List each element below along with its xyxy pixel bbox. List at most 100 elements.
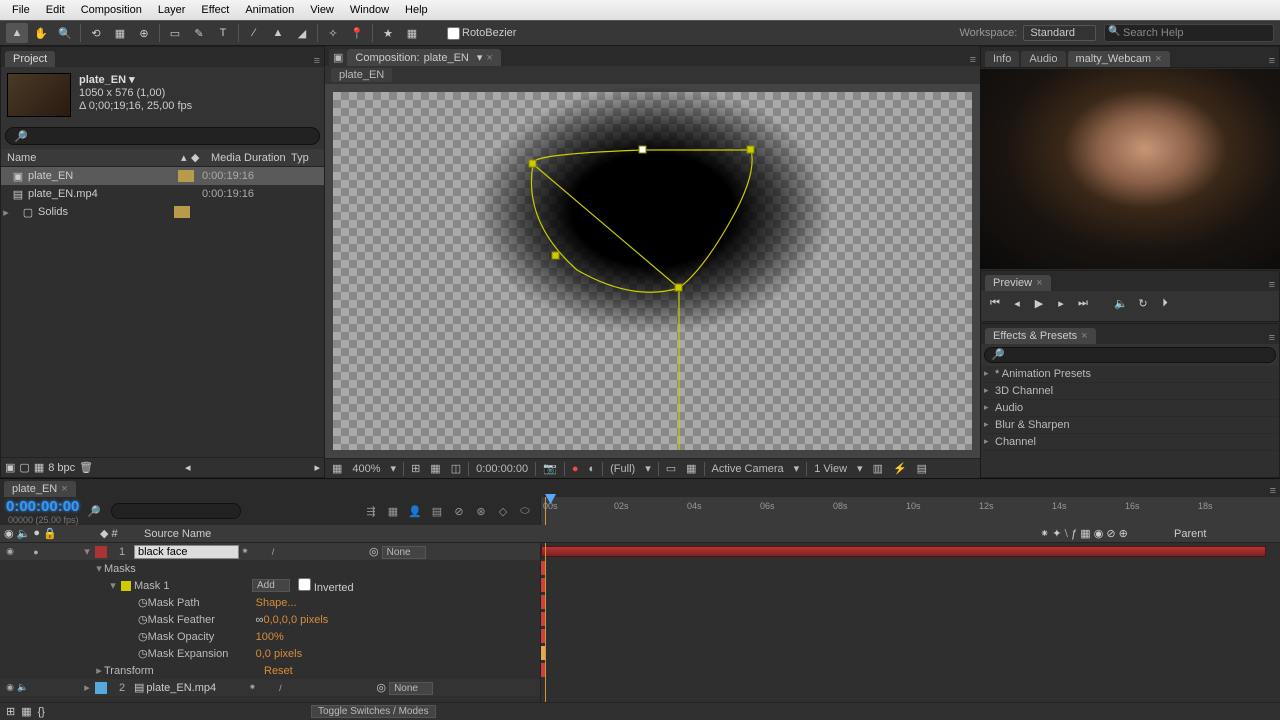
prev-frame-button[interactable]: ◂ (1009, 295, 1025, 311)
stopwatch-icon[interactable]: ◷ (138, 630, 148, 643)
text-tool[interactable]: T (212, 23, 234, 43)
layer-label[interactable] (95, 682, 107, 694)
mask-mode-select[interactable]: Add (252, 579, 290, 592)
draft3d-icon[interactable]: ▦ (384, 502, 402, 520)
stopwatch-icon[interactable]: ◷ (138, 613, 148, 626)
project-item[interactable]: ▣ plate_EN 0:00:19:16 (1, 167, 324, 185)
effects-category[interactable]: Audio (981, 400, 1279, 417)
shy-icon[interactable]: 👤 (406, 502, 424, 520)
loop-button[interactable]: ↻ (1135, 295, 1151, 311)
layer-row[interactable]: ◉🔈 ▸ 2 ▤ plate_EN.mp4 ⁕/ ◎ None (0, 679, 540, 696)
workspace-select[interactable]: Standard (1023, 25, 1096, 41)
info-tab[interactable]: Info (985, 51, 1019, 67)
time-ruler[interactable]: 00s 02s 04s 06s 08s 10s 12s 14s 16s 18s (540, 497, 1280, 525)
item-label[interactable] (178, 170, 194, 182)
effects-category[interactable]: 3D Channel (981, 383, 1279, 400)
mask-vis-icon[interactable]: ◫ (448, 462, 464, 475)
brush-tool[interactable]: ⁄ (243, 23, 265, 43)
timeline-icon[interactable]: ▤ (914, 462, 930, 475)
transform-group[interactable]: ▸TransformReset (0, 662, 540, 679)
view-layout-select[interactable]: 1 View (811, 463, 850, 475)
fast-preview-icon[interactable]: ⚡ (890, 462, 910, 475)
auto-keyframe-icon[interactable]: ◇ (494, 502, 512, 520)
menu-edit[interactable]: Edit (38, 2, 73, 18)
roi-icon[interactable]: ▭ (663, 462, 679, 475)
menu-animation[interactable]: Animation (237, 2, 302, 18)
puppet-tool[interactable]: 📍 (346, 23, 368, 43)
current-time[interactable]: 0:00:00:00 (473, 463, 531, 475)
stamp-tool[interactable]: ▲ (267, 23, 289, 43)
timeline-tracks[interactable] (540, 543, 1280, 702)
timeline-search[interactable] (111, 503, 241, 519)
close-icon[interactable]: × (1155, 53, 1161, 65)
menu-composition[interactable]: Composition (73, 2, 150, 18)
play-button[interactable]: ▶ (1031, 295, 1047, 311)
constrain-icon[interactable]: ∞ (256, 614, 264, 626)
twirl-icon[interactable]: ▾ (82, 545, 92, 558)
close-icon[interactable]: × (1081, 330, 1087, 342)
zoom-dropdown-icon[interactable]: ▾ (388, 462, 400, 475)
prop-value[interactable]: 100% (256, 631, 284, 643)
next-frame-button[interactable]: ▸ (1053, 295, 1069, 311)
anchor-tool[interactable]: ⊕ (133, 23, 155, 43)
parent-select[interactable]: None (389, 682, 433, 695)
mask-color[interactable] (121, 581, 131, 591)
masks-group[interactable]: ▾Masks (0, 560, 540, 577)
transparency-grid-icon[interactable]: ▦ (683, 462, 699, 475)
trash-icon[interactable]: 🗑 (79, 461, 93, 474)
layer-row[interactable]: ◉● ▾ 1 ⁕/ ◎ None (0, 543, 540, 560)
rotobezier-checkbox[interactable] (447, 27, 460, 40)
inverted-checkbox[interactable] (298, 578, 311, 591)
pixel-aspect-icon[interactable]: ▥ (870, 462, 886, 475)
project-tab[interactable]: Project (5, 51, 55, 67)
panel-menu-icon[interactable]: ≡ (1269, 279, 1275, 291)
expand-icon[interactable]: ⊞ (6, 705, 15, 718)
viewport[interactable] (325, 84, 980, 458)
toggle-switches-button[interactable]: Toggle Switches / Modes (311, 705, 436, 718)
resolution-select[interactable]: (Full) (607, 463, 638, 475)
search-help-input[interactable]: Search Help (1104, 24, 1274, 42)
search-icon[interactable]: 🔎 (87, 505, 101, 518)
layer-name-input[interactable] (134, 545, 239, 559)
rect-tool[interactable]: ▭ (164, 23, 186, 43)
fill-icon[interactable]: ▦ (401, 23, 423, 43)
hand-tool[interactable]: ✋ (30, 23, 52, 43)
panel-menu-icon[interactable]: ≡ (1270, 485, 1276, 497)
close-icon[interactable]: × (61, 483, 67, 495)
col-source-name[interactable]: Source Name (140, 528, 1040, 540)
close-icon[interactable]: × (1036, 277, 1042, 289)
folder-new-icon[interactable]: ▢ (19, 461, 29, 474)
camera-tool[interactable]: ▦ (109, 23, 131, 43)
project-item[interactable]: ▤ plate_EN.mp4 0:00:19:16 (1, 185, 324, 203)
roto-tool[interactable]: ✧ (322, 23, 344, 43)
graph-editor-icon[interactable]: ⬭ (516, 502, 534, 520)
col-parent[interactable]: Parent (1170, 528, 1280, 540)
effects-category[interactable]: Channel (981, 434, 1279, 451)
menu-window[interactable]: Window (342, 2, 397, 18)
prop-value[interactable]: 0,0,0,0 pixels (263, 614, 328, 626)
channel-icon[interactable]: ● (569, 463, 582, 475)
col-name[interactable]: Name (1, 152, 181, 164)
bpc-label[interactable]: 8 bpc (48, 462, 75, 474)
effects-category[interactable]: * Animation Presets (981, 366, 1279, 383)
effects-tab[interactable]: Effects & Presets× (985, 328, 1096, 344)
flowchart-next-icon[interactable]: ▸ (314, 461, 320, 474)
menu-layer[interactable]: Layer (150, 2, 194, 18)
zoom-tool[interactable]: 🔍 (54, 23, 76, 43)
col-type[interactable]: Typ (291, 152, 309, 164)
col-duration[interactable]: Media Duration (211, 152, 291, 164)
last-frame-button[interactable]: ⏭ (1075, 295, 1091, 311)
stopwatch-icon[interactable]: ◷ (138, 596, 148, 609)
pickwhip-icon[interactable]: ◎ (376, 682, 386, 694)
zoom-value[interactable]: 400% (349, 463, 383, 475)
comp-new-icon[interactable]: ▦ (34, 461, 44, 474)
flowchart-prev-icon[interactable]: ◂ (185, 461, 191, 474)
brackets-icon[interactable]: {} (38, 706, 45, 718)
camera-select[interactable]: Active Camera (709, 463, 787, 475)
close-icon[interactable]: × (486, 52, 492, 64)
timeline-tab[interactable]: plate_EN× (4, 481, 76, 497)
comp-breadcrumb[interactable]: plate_EN (331, 68, 392, 82)
color-mgmt-icon[interactable]: ◐ (585, 463, 598, 475)
render-queue-icon[interactable]: ▦ (21, 705, 31, 718)
project-item[interactable]: ▸ ▢ Solids (1, 203, 324, 221)
